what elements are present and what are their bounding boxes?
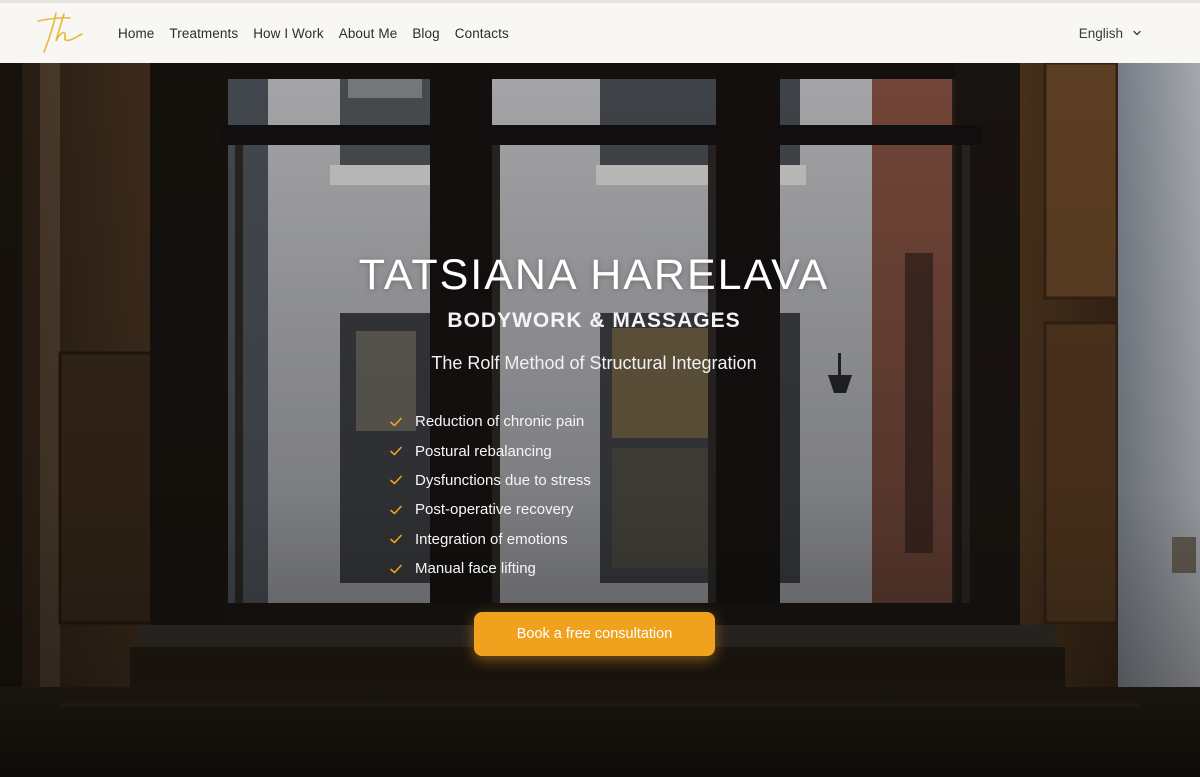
check-icon: [390, 564, 402, 573]
nav-link-blog[interactable]: Blog: [412, 26, 439, 41]
benefit-item: Manual face lifting: [390, 554, 591, 583]
benefit-label: Reduction of chronic pain: [415, 413, 585, 431]
hero-content: TATSIANA HARELAVA BODYWORK & MASSAGES Th…: [0, 63, 1200, 777]
benefit-label: Dysfunctions due to stress: [415, 471, 591, 489]
hero-section: TATSIANA HARELAVA BODYWORK & MASSAGES Th…: [0, 63, 1200, 777]
benefit-item: Dysfunctions due to stress: [390, 466, 591, 495]
main-nav: Home Treatments How I Work About Me Blog…: [118, 3, 509, 63]
check-icon: [390, 505, 402, 515]
benefit-label: Integration of emotions: [415, 530, 568, 548]
check-icon: [390, 476, 402, 485]
benefit-item: Reduction of chronic pain: [390, 407, 591, 436]
nav-link-how-i-work[interactable]: How I Work: [253, 26, 324, 41]
benefit-item: Postural rebalancing: [390, 436, 591, 465]
benefit-label: Manual face lifting: [415, 560, 536, 578]
check-icon: [390, 446, 402, 456]
hero-subtitle: BODYWORK & MASSAGES: [447, 309, 741, 332]
nav-link-contacts[interactable]: Contacts: [455, 26, 509, 41]
check-icon: [390, 534, 402, 544]
nav-link-treatments[interactable]: Treatments: [169, 26, 238, 41]
check-icon: [390, 417, 402, 426]
book-consultation-button[interactable]: Book a free consultation: [474, 612, 715, 656]
language-label: English: [1078, 25, 1123, 41]
hero-method-tagline: The Rolf Method of Structural Integratio…: [431, 353, 757, 373]
nav-link-home[interactable]: Home: [118, 26, 154, 41]
chevron-down-icon: [1133, 30, 1141, 36]
hero-title: TATSIANA HARELAVA: [358, 251, 830, 299]
benefit-label: Postural rebalancing: [415, 442, 552, 460]
benefits-list: Reduction of chronic pain Postural rebal…: [390, 407, 591, 583]
benefit-item: Post-operative recovery: [390, 495, 591, 524]
benefit-label: Post-operative recovery: [415, 501, 574, 519]
language-selector[interactable]: English: [1079, 3, 1142, 63]
nav-link-about-me[interactable]: About Me: [339, 26, 398, 41]
site-header: Home Treatments How I Work About Me Blog…: [0, 0, 1200, 63]
signature-logo-icon[interactable]: [34, 9, 86, 57]
benefit-item: Integration of emotions: [390, 525, 591, 554]
